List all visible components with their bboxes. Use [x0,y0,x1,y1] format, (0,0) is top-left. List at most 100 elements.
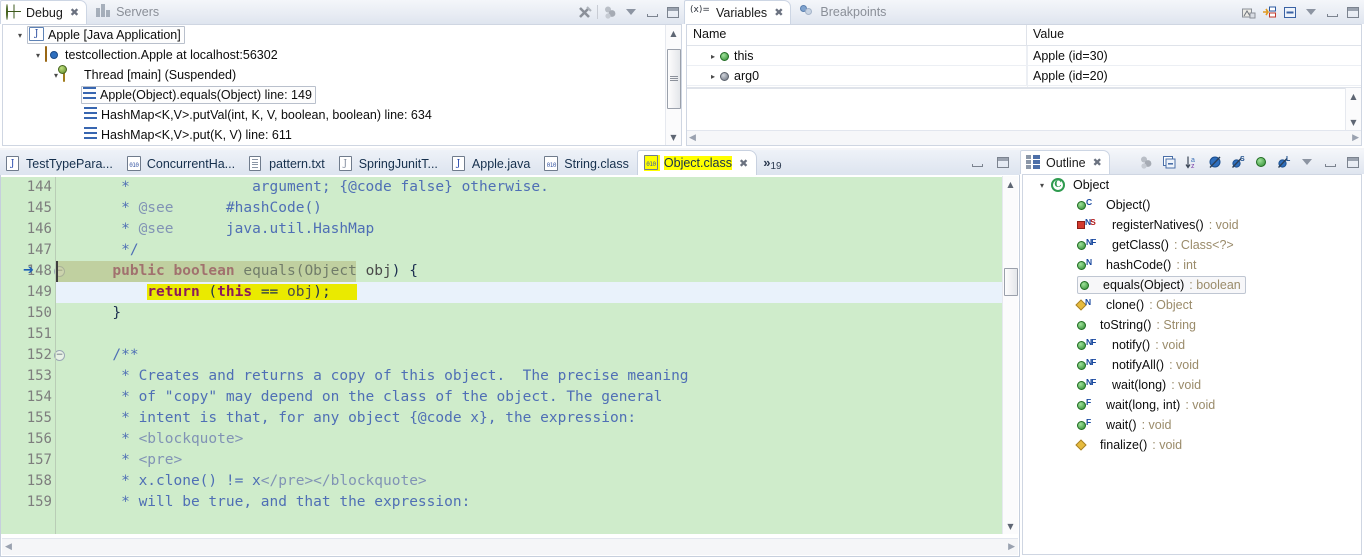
line-number[interactable]: 157 [1,450,55,471]
line-number-gutter[interactable]: 144145146147148−149150151152−15315415515… [1,177,65,534]
editor-tab-overflow[interactable]: » 19 [757,150,787,175]
outline-member-row[interactable]: NF notifyAll() : void [1023,355,1361,375]
table-row[interactable]: ▸ arg0 Apple (id=20) [687,66,1361,86]
outline-member[interactable]: C Object() [1077,197,1150,212]
close-icon[interactable]: ✖ [1093,157,1102,168]
twisty-collapsed-icon[interactable]: ▸ [693,52,715,61]
view-menu-icon[interactable] [1298,153,1316,171]
scroll-up-arrow-icon[interactable]: ▲ [1003,176,1019,192]
scrollbar-track[interactable] [1003,192,1019,518]
line-number[interactable]: 159 [1,492,55,513]
line-number[interactable]: 154 [1,387,55,408]
detail-pane-horizontal-scrollbar[interactable]: ◀ ▶ [687,130,1361,145]
line-number[interactable]: 155 [1,408,55,429]
focus-on-active-task-icon[interactable] [1137,153,1155,171]
tab-breakpoints[interactable]: Breakpoints [791,0,893,24]
outline-member[interactable]: Fwait() : void [1077,417,1171,432]
outline-member[interactable]: NS registerNatives() : void [1077,217,1239,232]
variable-name-cell[interactable]: ▸ arg0 [687,66,1027,85]
sort-icon[interactable]: az [1183,153,1201,171]
twisty-collapsed-icon[interactable]: ▸ [693,72,715,81]
view-menu-icon[interactable] [622,3,640,21]
code-viewer[interactable]: 144145146147148−149150151152−15315415515… [1,177,1003,534]
tab-debug[interactable]: Debug ✖ [0,0,88,24]
outline-member-row[interactable]: C Object() [1023,195,1361,215]
outline-member[interactable]: finalize() : void [1075,438,1182,452]
outline-member-row[interactable]: Nclone() : Object [1023,295,1361,315]
outline-member[interactable]: NF notifyAll() : void [1077,357,1199,372]
line-number[interactable]: 149 [1,282,55,303]
code-line[interactable]: * <pre> [56,450,1003,471]
scroll-up-arrow-icon[interactable]: ▲ [666,25,682,41]
tab-variables[interactable]: (x)= Variables ✖ [684,0,792,24]
maximize-icon[interactable] [664,3,682,21]
line-number[interactable]: 147 [1,240,55,261]
scrollbar-track[interactable] [666,41,682,129]
tree-row[interactable]: HashMap<K,V>.putVal(int, K, V, boolean, … [3,105,681,125]
hide-fields-icon[interactable] [1206,153,1224,171]
debug-tree-vertical-scrollbar[interactable]: ▲ ▼ [665,25,681,145]
maximize-icon[interactable] [1344,3,1362,21]
outline-member-list[interactable]: C Object() NS registerNatives() : void NF get… [1023,195,1361,455]
tab-servers[interactable]: Servers [87,0,166,24]
variable-value-cell[interactable]: Apple (id=30) [1027,46,1361,65]
line-number[interactable]: 146 [1,219,55,240]
line-number[interactable]: 144 [1,177,55,198]
scroll-left-arrow-icon[interactable]: ◀ [5,542,12,552]
scrollbar-thumb[interactable] [666,49,681,109]
code-line[interactable]: /** [56,345,1003,366]
maximize-icon[interactable] [1344,153,1362,171]
hide-local-types-icon[interactable]: L [1275,153,1293,171]
scroll-left-arrow-icon[interactable]: ◀ [689,133,696,143]
code-line[interactable]: * @see #hashCode() [56,198,1003,219]
line-number[interactable]: 151 [1,324,55,345]
outline-member-row[interactable]: NhashCode() : int [1023,255,1361,275]
collapse-all-icon[interactable] [1160,153,1178,171]
show-logical-structure-icon[interactable] [1239,3,1257,21]
scroll-down-arrow-icon[interactable]: ▼ [666,129,682,145]
code-line-current[interactable]: return (this == obj); [56,282,1003,303]
code-line[interactable]: * x.clone() != x</pre></blockquote> [56,471,1003,492]
code-line[interactable]: * Creates and returns a copy of this obj… [56,366,1003,387]
outline-member-row[interactable]: NF wait(long) : void [1023,375,1361,395]
line-number[interactable]: 158 [1,471,55,492]
code-line[interactable]: */ [56,240,1003,261]
variable-name-cell[interactable]: ▸ this [687,46,1027,65]
remove-all-terminated-icon[interactable] [576,3,594,21]
show-public-icon[interactable] [1252,153,1270,171]
close-icon[interactable]: ✖ [70,7,79,18]
scroll-right-arrow-icon[interactable]: ▶ [1008,542,1015,552]
minimize-icon[interactable] [1323,3,1341,21]
detail-pane-vertical-scrollbar[interactable]: ▲ ▼ [1345,88,1361,130]
editor-tab-springjunitt[interactable]: J SpringJunitT... [333,153,446,175]
outline-member-row[interactable]: Fwait() : void [1023,415,1361,435]
view-menu-collapse-icon[interactable] [601,3,619,21]
close-icon[interactable]: ✖ [774,7,783,18]
stack-frame-selected[interactable]: Apple(Object).equals(Object) line: 149 [81,86,316,104]
outline-root-row[interactable]: ▾ C Object [1023,175,1361,195]
variables-table[interactable]: Name Value ▸ this Apple (id=30) ▸ arg0 A… [686,24,1362,146]
code-line[interactable]: * of "copy" may depend on the class of t… [56,387,1003,408]
code-line[interactable]: * argument; {@code false} otherwise. [56,177,1003,198]
variable-value-cell[interactable]: Apple (id=20) [1027,66,1361,85]
code-text[interactable]: * argument; {@code false} otherwise. * @… [56,177,1003,534]
outline-member[interactable]: Nclone() : Object [1075,297,1192,312]
editor-tab-apple-java[interactable]: J Apple.java [446,153,538,175]
editor-minimize-icon[interactable] [968,153,986,171]
scroll-down-arrow-icon[interactable]: ▼ [1003,518,1019,534]
code-line[interactable]: * intent is that, for any object {@code … [56,408,1003,429]
tree-row[interactable]: Apple(Object).equals(Object) line: 149 [3,85,681,105]
column-header-value[interactable]: Value [1027,25,1361,45]
code-line[interactable]: * <blockquote> [56,429,1003,450]
outline-member-row[interactable]: Fwait(long, int) : void [1023,395,1361,415]
outline-member[interactable]: NF getClass() : Class<?> [1077,237,1234,252]
twisty-expanded-icon[interactable]: ▾ [13,31,27,40]
code-line[interactable] [56,324,1003,345]
tree-row[interactable]: HashMap<K,V>.put(K, V) line: 611 [3,125,681,145]
line-number[interactable]: 150 [1,303,55,324]
editor-horizontal-scrollbar[interactable]: ◀ ▶ [2,538,1018,555]
twisty-expanded-icon[interactable]: ▾ [31,51,45,60]
outline-member[interactable]: Fwait(long, int) : void [1077,397,1215,412]
outline-member-selected[interactable]: equals(Object) : boolean [1077,276,1246,294]
editor-tab-pattern-txt[interactable]: pattern.txt [243,153,333,175]
